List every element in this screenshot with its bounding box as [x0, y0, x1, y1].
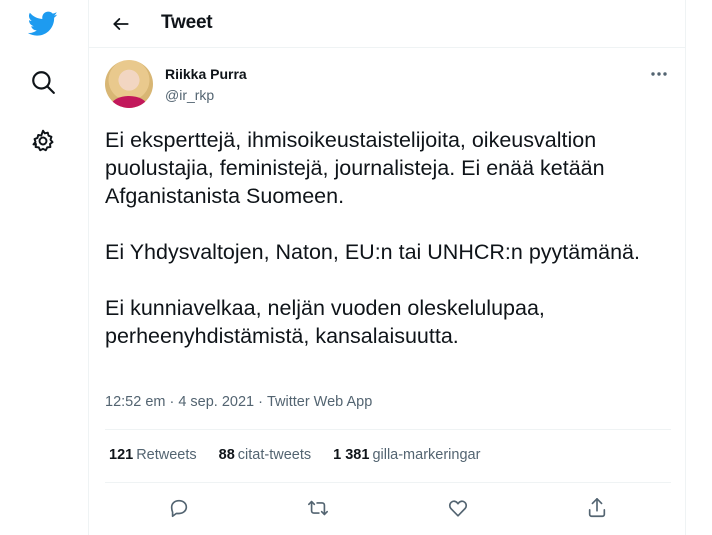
- reply-icon[interactable]: [165, 494, 193, 522]
- divider: [105, 429, 671, 430]
- page-header: Tweet: [89, 0, 685, 48]
- retweets-stat[interactable]: 121 Retweets: [109, 447, 197, 463]
- page-title: Tweet: [161, 12, 213, 33]
- tweet-actions: [89, 490, 685, 524]
- author-handle[interactable]: @ir_rkp: [165, 87, 214, 103]
- quotes-count: 88: [218, 447, 235, 463]
- quotes-label: citat-tweets: [237, 447, 312, 463]
- more-dots-icon[interactable]: [647, 64, 671, 84]
- search-icon[interactable]: [27, 66, 59, 98]
- likes-label: gilla-markeringar: [372, 447, 481, 463]
- tweet-time[interactable]: 12:52 em: [105, 394, 165, 410]
- retweet-icon[interactable]: [304, 494, 332, 522]
- tweet-paragraph: Ei Yhdysvaltojen, Naton, EU:n tai UNHCR:…: [105, 240, 640, 264]
- share-icon[interactable]: [583, 494, 611, 522]
- retweets-count: 121: [109, 447, 134, 463]
- tweet-date[interactable]: 4 sep. 2021: [178, 394, 254, 410]
- likes-count: 1 381: [333, 447, 370, 463]
- divider: [105, 482, 671, 483]
- meta-separator: ·: [169, 394, 175, 410]
- sidebar: [0, 0, 88, 535]
- tweet-meta: 12:52 em · 4 sep. 2021 · Twitter Web App: [105, 394, 372, 410]
- meta-separator: ·: [258, 394, 263, 410]
- tweet-paragraph: Ei eksperttejä, ihmisoikeustaistelijoita…: [105, 128, 605, 208]
- retweets-label: Retweets: [136, 447, 197, 463]
- twitter-bird-icon[interactable]: [27, 8, 59, 40]
- avatar[interactable]: [105, 60, 153, 108]
- author-name[interactable]: Riikka Purra: [165, 66, 247, 82]
- heart-icon[interactable]: [444, 494, 472, 522]
- tweet-text: Ei eksperttejä, ihmisoikeustaistelijoita…: [105, 126, 665, 378]
- tweet-stats: 121 Retweets 88 citat-tweets 1 381 gilla-ma…: [109, 447, 480, 463]
- back-arrow-icon[interactable]: [105, 8, 137, 40]
- likes-stat[interactable]: 1 381 gilla-markeringar: [333, 447, 480, 463]
- tweet-paragraph: Ei kunniavelkaa, neljän vuoden oleskelul…: [105, 296, 545, 348]
- gear-icon[interactable]: [27, 125, 59, 157]
- quotes-stat[interactable]: 88 citat-tweets: [219, 447, 311, 463]
- tweet-column: Tweet Riikka Purra @ir_rkp Ei eksperttej…: [88, 0, 686, 535]
- tweet-source[interactable]: Twitter Web App: [267, 394, 372, 410]
